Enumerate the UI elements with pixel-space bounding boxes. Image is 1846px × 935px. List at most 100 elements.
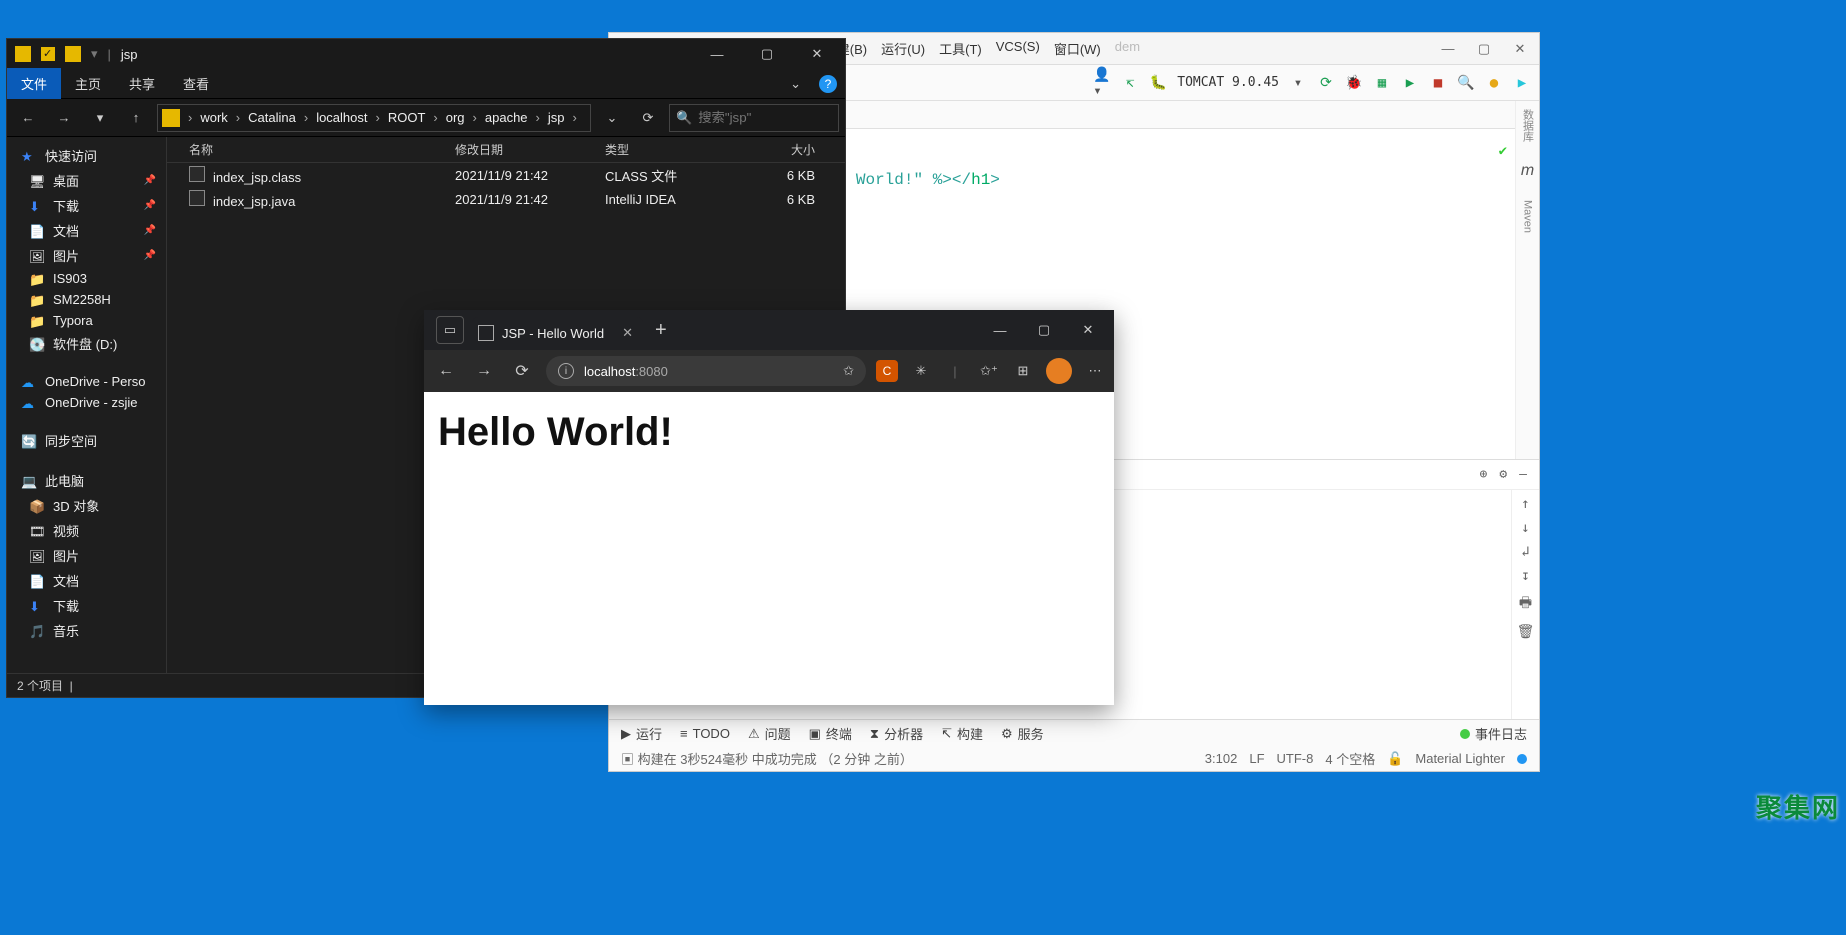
- search-input[interactable]: [698, 110, 875, 125]
- gear-icon[interactable]: ⚙: [1499, 467, 1507, 482]
- recent-dropdown[interactable]: ▾: [85, 104, 115, 132]
- path-segment[interactable]: apache: [481, 110, 532, 125]
- maven-label[interactable]: Maven: [1522, 200, 1534, 233]
- debug-icon[interactable]: 🐞: [1345, 74, 1363, 92]
- sidebar[interactable]: 快速访问桌面📌下载📌文档📌图片📌IS903SM2258HTypora软件盘 (D…: [7, 137, 167, 673]
- menu-item[interactable]: 运行(U): [881, 39, 925, 58]
- close-button[interactable]: ✕: [1066, 312, 1110, 348]
- col-size[interactable]: 大小: [735, 141, 815, 158]
- refresh-button[interactable]: ⟳: [633, 104, 663, 132]
- reload-button[interactable]: ⟳: [508, 357, 536, 385]
- address-dropdown[interactable]: ⌄: [597, 104, 627, 132]
- tab-actions-icon[interactable]: ▭: [436, 316, 464, 344]
- fe-titlebar[interactable]: ▾ | jsp — ▢ ✕: [7, 39, 845, 69]
- file-row[interactable]: index_jsp.class2021/11/9 21:42CLASS 文件6 …: [167, 163, 845, 187]
- ribbon-tab[interactable]: 文件: [7, 68, 61, 99]
- ribbon-tab[interactable]: 共享: [115, 68, 169, 99]
- scroll-to-end-icon[interactable]: ↧: [1521, 568, 1529, 584]
- avatar-icon[interactable]: ●: [1485, 74, 1503, 92]
- collections-icon[interactable]: ⊞: [1012, 360, 1034, 382]
- back-button[interactable]: ←: [13, 104, 43, 132]
- coverage-icon[interactable]: ▦: [1373, 74, 1391, 92]
- sidebar-item[interactable]: 视频: [7, 518, 166, 543]
- clear-icon[interactable]: 🗑: [1517, 624, 1535, 640]
- favorites-icon[interactable]: ✩⁺: [978, 360, 1000, 382]
- event-log[interactable]: 事件日志: [1460, 724, 1527, 743]
- maven-icon[interactable]: m: [1521, 162, 1534, 180]
- checkbox-icon[interactable]: [41, 47, 55, 61]
- site-info-icon[interactable]: i: [558, 363, 574, 379]
- chevron-right-icon[interactable]: ›: [233, 110, 243, 125]
- sidebar-item[interactable]: 文档📌: [7, 218, 166, 243]
- sidebar-item[interactable]: 快速访问: [7, 143, 166, 168]
- menu-item[interactable]: VCS(S): [996, 39, 1040, 58]
- favorite-icon[interactable]: ✩: [843, 363, 854, 379]
- sidebar-item[interactable]: OneDrive - Perso: [7, 371, 166, 392]
- stop-icon[interactable]: ■: [1429, 74, 1447, 92]
- status-item[interactable]: ↸构建: [941, 724, 983, 743]
- status-item[interactable]: ▶运行: [621, 724, 662, 743]
- browser-tab[interactable]: JSP - Hello World ✕: [472, 317, 643, 349]
- col-modified[interactable]: 修改日期: [455, 141, 605, 158]
- caret-position[interactable]: 3:102: [1205, 751, 1238, 766]
- ribbon-tab[interactable]: 查看: [169, 68, 223, 99]
- chevron-right-icon[interactable]: ›: [430, 110, 440, 125]
- path-segment[interactable]: org: [442, 110, 469, 125]
- chevron-right-icon[interactable]: ›: [570, 110, 580, 125]
- up-button[interactable]: ↑: [121, 104, 151, 132]
- sidebar-item[interactable]: 文档: [7, 568, 166, 593]
- address-bar[interactable]: › work›Catalina›localhost›ROOT›org›apach…: [157, 104, 591, 132]
- run-config[interactable]: TOMCAT 9.0.45: [1177, 75, 1279, 90]
- path-segment[interactable]: Catalina: [244, 110, 300, 125]
- minimize-button[interactable]: —: [978, 312, 1022, 348]
- search-box[interactable]: 🔍: [669, 104, 839, 132]
- maximize-icon[interactable]: ▢: [1475, 41, 1493, 57]
- menu-item[interactable]: dem: [1115, 39, 1140, 58]
- overflow-icon[interactable]: ▾: [91, 46, 98, 62]
- chevron-right-icon[interactable]: ›: [533, 110, 543, 125]
- chevron-right-icon[interactable]: ›: [301, 110, 311, 125]
- sidebar-item[interactable]: 下载: [7, 593, 166, 618]
- line-ending[interactable]: LF: [1249, 751, 1264, 766]
- chevron-right-icon[interactable]: ›: [373, 110, 383, 125]
- sidebar-item[interactable]: 此电脑: [7, 468, 166, 493]
- close-button[interactable]: ✕: [797, 40, 837, 68]
- theme-name[interactable]: Material Lighter: [1415, 751, 1505, 766]
- menu-item[interactable]: 窗口(W): [1054, 39, 1101, 58]
- scroll-up-icon[interactable]: ↑: [1521, 496, 1529, 512]
- status-item[interactable]: ⚠问题: [748, 724, 791, 743]
- file-row[interactable]: index_jsp.java2021/11/9 21:42IntelliJ ID…: [167, 187, 845, 211]
- dropdown-icon[interactable]: ▾: [1289, 74, 1307, 92]
- status-item[interactable]: ⚙服务: [1001, 724, 1044, 743]
- sidebar-item[interactable]: 3D 对象: [7, 493, 166, 518]
- extension-c-icon[interactable]: C: [876, 360, 898, 382]
- extension-puzzle-icon[interactable]: ✳: [910, 360, 932, 382]
- sidebar-item[interactable]: 音乐: [7, 618, 166, 643]
- indent[interactable]: 4 个空格: [1325, 749, 1375, 768]
- db-tool-icon[interactable]: 数据库: [1520, 109, 1536, 142]
- minimize-icon[interactable]: —: [1439, 41, 1457, 56]
- chevron-right-icon[interactable]: ›: [470, 110, 480, 125]
- sidebar-item[interactable]: Typora: [7, 310, 166, 331]
- sidebar-item[interactable]: 图片📌: [7, 243, 166, 268]
- hammer-icon[interactable]: ↸: [1121, 74, 1139, 92]
- search-icon[interactable]: 🔍: [1457, 74, 1475, 92]
- help-icon[interactable]: ?: [819, 75, 837, 93]
- path-segment[interactable]: jsp: [544, 110, 569, 125]
- maximize-button[interactable]: ▢: [1022, 312, 1066, 348]
- soft-wrap-icon[interactable]: ↲: [1521, 544, 1529, 560]
- sidebar-item[interactable]: 下载📌: [7, 193, 166, 218]
- print-icon[interactable]: 🖶: [1519, 592, 1532, 616]
- status-item[interactable]: ⧗分析器: [870, 724, 923, 743]
- col-name[interactable]: 名称: [175, 141, 455, 158]
- address-bar[interactable]: i localhost:8080 ✩: [546, 356, 866, 386]
- path-segment[interactable]: work: [196, 110, 231, 125]
- profile-avatar[interactable]: [1046, 358, 1072, 384]
- rerun-icon[interactable]: ⟳: [1317, 74, 1335, 92]
- close-tab-icon[interactable]: ✕: [622, 325, 633, 341]
- encoding[interactable]: UTF-8: [1277, 751, 1314, 766]
- forward-button[interactable]: →: [49, 104, 79, 132]
- menu-item[interactable]: 工具(T): [939, 39, 982, 58]
- play-icon[interactable]: ▶: [1513, 74, 1531, 92]
- sidebar-item[interactable]: 软件盘 (D:): [7, 331, 166, 356]
